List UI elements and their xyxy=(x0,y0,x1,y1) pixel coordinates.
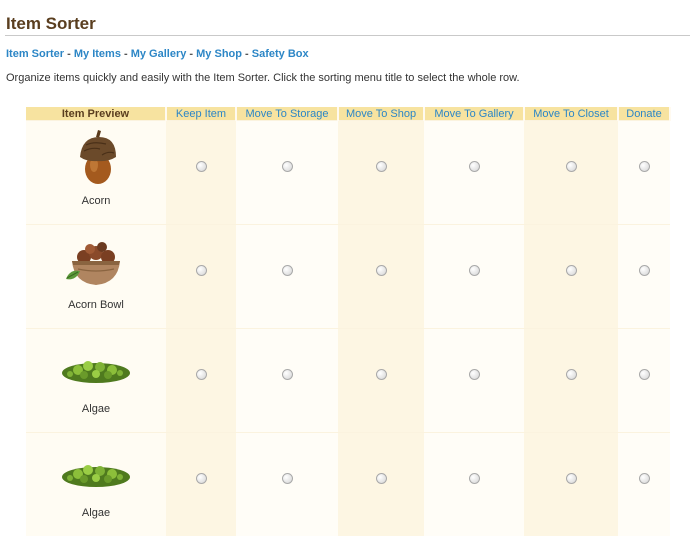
move-to-gallery-radio[interactable] xyxy=(468,473,480,484)
keep-item-radio[interactable] xyxy=(195,369,207,380)
column-header-keep-item[interactable]: Keep Item xyxy=(166,107,237,121)
nav-separator: - xyxy=(64,48,74,60)
donate-radio[interactable] xyxy=(638,369,650,380)
breadcrumb-nav: Item Sorter - My Items - My Gallery - My… xyxy=(6,48,309,60)
item-preview-cell: Algae xyxy=(26,432,166,536)
nav-separator: - xyxy=(186,48,197,60)
item-preview-cell: Acorn Bowl xyxy=(26,224,166,329)
nav-link-safety-box[interactable]: Safety Box xyxy=(252,48,309,60)
acorn-icon xyxy=(56,129,136,193)
column-header-move-to-closet[interactable]: Move To Closet xyxy=(524,107,619,121)
move-to-shop-radio[interactable] xyxy=(375,161,387,172)
move-to-shop-radio[interactable] xyxy=(375,265,387,276)
move-to-storage-radio[interactable] xyxy=(281,369,293,380)
item-name: Algae xyxy=(81,507,111,519)
donate-radio[interactable] xyxy=(638,473,650,484)
column-header-donate[interactable]: Donate xyxy=(618,107,671,121)
move-to-closet-radio[interactable] xyxy=(565,265,577,276)
page-title: Item Sorter xyxy=(6,14,96,33)
column-header-item-preview: Item Preview xyxy=(26,107,167,121)
donate-radio[interactable] xyxy=(638,265,650,276)
nav-link-my-items[interactable]: My Items xyxy=(74,48,121,60)
item-name: Acorn Bowl xyxy=(68,299,124,311)
donate-radio[interactable] xyxy=(638,161,650,172)
move-to-closet-radio[interactable] xyxy=(565,473,577,484)
algae-icon xyxy=(56,337,136,401)
nav-link-my-gallery[interactable]: My Gallery xyxy=(131,48,187,60)
column-header-move-to-storage[interactable]: Move To Storage xyxy=(236,107,339,121)
keep-item-radio[interactable] xyxy=(195,265,207,276)
move-to-closet-radio[interactable] xyxy=(565,161,577,172)
nav-link-my-shop[interactable]: My Shop xyxy=(196,48,242,60)
table-row: Acorn xyxy=(26,120,670,225)
nav-separator: - xyxy=(241,48,252,60)
move-to-shop-radio[interactable] xyxy=(375,369,387,380)
move-to-closet-radio[interactable] xyxy=(565,369,577,380)
move-to-gallery-radio[interactable] xyxy=(468,265,480,276)
move-to-gallery-radio[interactable] xyxy=(468,369,480,380)
table-row: Acorn Bowl xyxy=(26,224,670,329)
move-to-shop-radio[interactable] xyxy=(375,473,387,484)
table-row: Algae xyxy=(26,432,670,536)
item-preview-cell: Algae xyxy=(26,328,166,433)
table-row: Algae xyxy=(26,328,670,433)
move-to-storage-radio[interactable] xyxy=(281,473,293,484)
keep-item-radio[interactable] xyxy=(195,473,207,484)
table-header-row: Item Preview Keep Item Move To Storage M… xyxy=(26,107,671,121)
acorn-bowl-icon xyxy=(56,233,136,297)
algae-icon xyxy=(56,441,136,505)
keep-item-radio[interactable] xyxy=(195,161,207,172)
move-to-storage-radio[interactable] xyxy=(281,265,293,276)
column-header-move-to-shop[interactable]: Move To Shop xyxy=(338,107,425,121)
item-name: Algae xyxy=(81,403,111,415)
item-sorter-table: Item Preview Keep Item Move To Storage M… xyxy=(26,107,671,536)
nav-link-item-sorter[interactable]: Item Sorter xyxy=(6,48,64,60)
move-to-storage-radio[interactable] xyxy=(281,161,293,172)
item-preview-cell: Acorn xyxy=(26,120,166,225)
item-name: Acorn xyxy=(81,195,111,207)
column-header-move-to-gallery[interactable]: Move To Gallery xyxy=(424,107,525,121)
move-to-gallery-radio[interactable] xyxy=(468,161,480,172)
title-divider xyxy=(5,35,690,36)
nav-separator: - xyxy=(120,48,131,60)
intro-text: Organize items quickly and easily with t… xyxy=(6,72,520,84)
